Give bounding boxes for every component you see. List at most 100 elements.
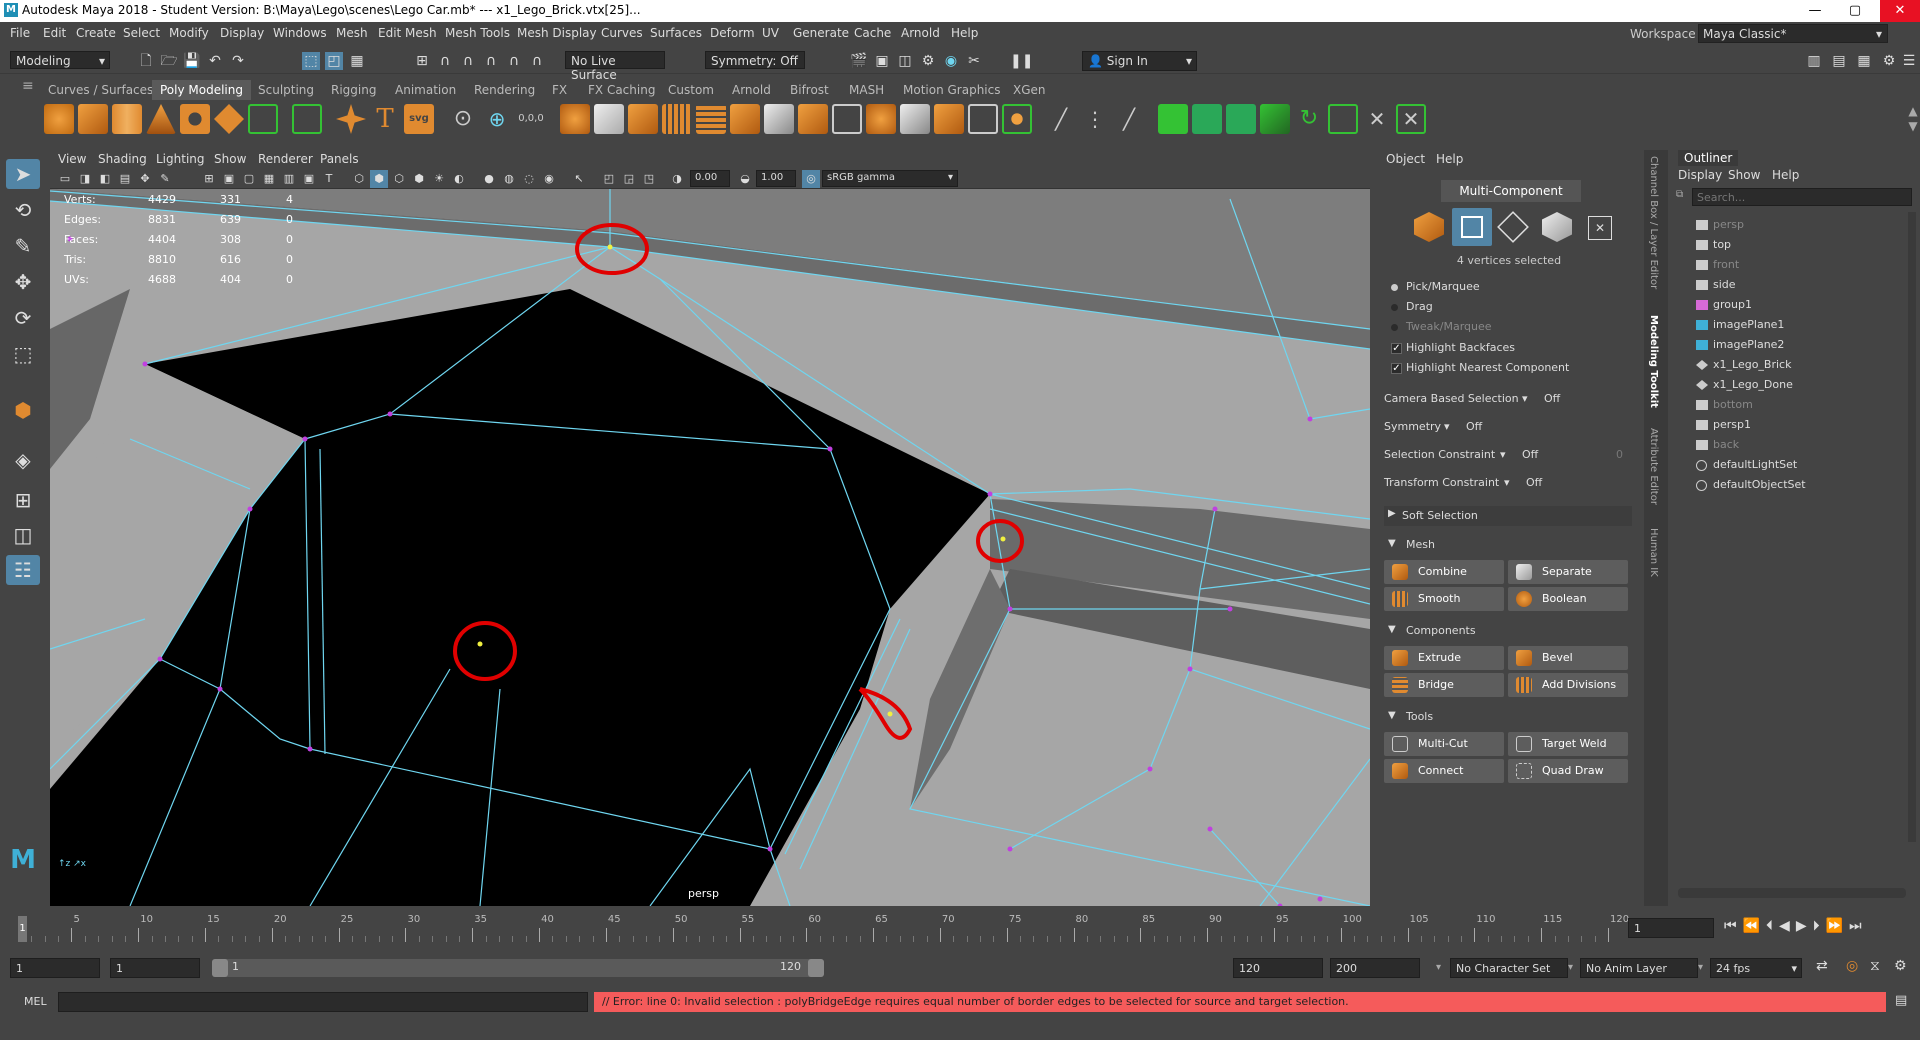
wireframe-icon[interactable]: ⬡ bbox=[350, 170, 368, 188]
exposure-field[interactable]: 0.00 bbox=[690, 170, 730, 187]
outliner-item[interactable]: bottom bbox=[1713, 398, 1753, 411]
shelf-tab-mash[interactable]: MASH bbox=[849, 83, 884, 97]
shelf-tab-fx-caching[interactable]: FX Caching bbox=[588, 83, 655, 97]
tool-settings-icon[interactable]: ⚙ bbox=[1880, 52, 1898, 70]
snap-curve-icon[interactable]: ∩ bbox=[436, 52, 454, 70]
render-frame-icon[interactable]: 🎬 bbox=[850, 52, 868, 70]
shelf-tab-poly-modeling[interactable]: Poly Modeling bbox=[152, 80, 251, 100]
shelf-tab-custom[interactable]: Custom bbox=[668, 83, 714, 97]
move-tool-icon[interactable]: ✥ bbox=[6, 267, 40, 297]
outliner-item[interactable]: defaultObjectSet bbox=[1713, 478, 1806, 491]
outliner-item[interactable]: group1 bbox=[1713, 298, 1752, 311]
relax-icon[interactable] bbox=[1192, 104, 1222, 134]
smooth-button[interactable]: Smooth bbox=[1384, 587, 1504, 611]
tab-attribute-editor[interactable]: Attribute Editor bbox=[1648, 428, 1659, 505]
menu-surfaces[interactable]: Surfaces bbox=[650, 26, 702, 40]
film-gate-icon[interactable]: ▣ bbox=[220, 170, 238, 188]
multi-component-button[interactable]: Multi-Component bbox=[1441, 180, 1581, 202]
svg-icon[interactable]: svg bbox=[404, 104, 434, 134]
single-view-icon[interactable]: ◈ bbox=[6, 445, 40, 475]
vp-menu-view[interactable]: View bbox=[58, 152, 86, 166]
playback-start-field[interactable]: 1 bbox=[110, 958, 200, 978]
range-slider-bar[interactable]: 1 120 bbox=[212, 959, 824, 977]
vertex-mode-icon[interactable] bbox=[1452, 208, 1492, 246]
fill-hole-icon[interactable] bbox=[798, 104, 828, 134]
outliner-item[interactable]: x1_Lego_Brick bbox=[1713, 358, 1791, 371]
anti-alias-icon[interactable]: ◌ bbox=[520, 170, 538, 188]
animation-end-field[interactable]: 200 bbox=[1330, 958, 1420, 978]
sign-in-button[interactable]: 👤 Sign In ▾ bbox=[1082, 51, 1197, 71]
menu-mesh-display[interactable]: Mesh Display bbox=[517, 26, 597, 40]
range-start-handle[interactable] bbox=[212, 959, 228, 977]
key-stats-icon[interactable]: ⧖ bbox=[1870, 958, 1880, 974]
shelf-tab-rendering[interactable]: Rendering bbox=[474, 83, 535, 97]
animation-start-field[interactable]: 1 bbox=[10, 958, 100, 978]
resolution-gate-icon[interactable]: ▢ bbox=[240, 170, 258, 188]
add-divisions-button[interactable]: Add Divisions bbox=[1508, 673, 1628, 697]
menu-windows[interactable]: Windows bbox=[273, 26, 327, 40]
2d-pan-icon[interactable]: ✥ bbox=[136, 170, 154, 188]
depth-of-field-icon[interactable]: ◉ bbox=[540, 170, 558, 188]
vp-menu-show[interactable]: Show bbox=[214, 152, 246, 166]
menu-deform[interactable]: Deform bbox=[710, 26, 755, 40]
vp-menu-lighting[interactable]: Lighting bbox=[156, 152, 205, 166]
menu-uv[interactable]: UV bbox=[762, 26, 779, 40]
menu-curves[interactable]: Curves bbox=[601, 26, 643, 40]
shelf-tab-arnold[interactable]: Arnold bbox=[732, 83, 771, 97]
outliner-item[interactable]: side bbox=[1713, 278, 1736, 291]
grease-pencil-icon[interactable]: ✎ bbox=[156, 170, 174, 188]
play-back-icon[interactable]: ◀ bbox=[1779, 918, 1796, 934]
drag-radio[interactable] bbox=[1391, 304, 1398, 311]
gamma-field[interactable]: 1.00 bbox=[756, 170, 796, 187]
extract-shelf-icon[interactable] bbox=[628, 104, 658, 134]
fps-select[interactable]: 24 fps ▾ bbox=[1710, 958, 1802, 978]
menu-edit-mesh[interactable]: Edit Mesh bbox=[378, 26, 437, 40]
shelf-tab-animation[interactable]: Animation bbox=[395, 83, 456, 97]
symmetry-select[interactable]: Symmetry: Off bbox=[705, 51, 805, 69]
xray-joints-icon[interactable]: ◳ bbox=[640, 170, 658, 188]
menu-mesh[interactable]: Mesh bbox=[336, 26, 368, 40]
menu-create[interactable]: Create bbox=[76, 26, 116, 40]
poly-cube-icon[interactable] bbox=[78, 104, 108, 134]
motion-blur-icon[interactable]: ◍ bbox=[500, 170, 518, 188]
range-end-handle[interactable] bbox=[808, 959, 824, 977]
color-management-icon[interactable]: ◎ bbox=[802, 170, 820, 188]
select-component-icon[interactable]: ▦ bbox=[348, 52, 366, 70]
snap-live-icon[interactable]: ∩ bbox=[528, 52, 546, 70]
face-mode-icon[interactable] bbox=[1542, 212, 1572, 242]
time-slider[interactable]: 5 10 15 20 25 30 35 40 45 50 55 60 65 70 75 80 85 90 95 100… bbox=[0, 912, 1920, 942]
loop-icon[interactable]: ⇄ bbox=[1816, 958, 1828, 974]
two-view-icon[interactable]: ◫ bbox=[6, 520, 40, 550]
redo-icon[interactable]: ↷ bbox=[229, 52, 247, 70]
wireframe-on-shaded-icon[interactable]: ⬡ bbox=[390, 170, 408, 188]
bridge-button[interactable]: Bridge bbox=[1384, 673, 1504, 697]
extrude-button[interactable]: Extrude bbox=[1384, 646, 1504, 670]
sculpt-icon[interactable]: ⊙ bbox=[448, 104, 478, 134]
outliner-item[interactable]: persp bbox=[1713, 218, 1744, 231]
shadows-icon[interactable]: ◐ bbox=[450, 170, 468, 188]
rotate-tool-icon[interactable]: ⟳ bbox=[6, 303, 40, 333]
render-settings-icon[interactable]: ⚙ bbox=[919, 52, 937, 70]
shelf-tab-motion-graphics[interactable]: Motion Graphics bbox=[903, 83, 1001, 97]
channel-box-icon[interactable]: ☰ bbox=[1900, 52, 1918, 70]
target-weld-button[interactable]: Target Weld bbox=[1508, 732, 1628, 756]
components-section-header[interactable]: ▼ Components bbox=[1384, 622, 1632, 642]
step-back-key-icon[interactable]: ⏪ bbox=[1743, 918, 1766, 934]
smooth-shelf-icon[interactable] bbox=[662, 104, 692, 134]
xray-active-icon[interactable]: ◲ bbox=[620, 170, 638, 188]
ambient-occlusion-icon[interactable]: ● bbox=[480, 170, 498, 188]
mesh-section-header[interactable]: ▼ Mesh bbox=[1384, 536, 1632, 556]
tab-modeling-toolkit[interactable]: Modeling Toolkit bbox=[1648, 315, 1659, 408]
new-scene-icon[interactable]: 🗋 bbox=[137, 52, 155, 70]
auto-key-icon[interactable]: ◎ bbox=[1846, 958, 1858, 974]
menu-mesh-tools[interactable]: Mesh Tools bbox=[445, 26, 510, 40]
play-forward-icon[interactable]: ▶ bbox=[1796, 918, 1813, 934]
xray-icon[interactable]: ◰ bbox=[600, 170, 618, 188]
exposure-icon[interactable]: ◑ bbox=[668, 170, 686, 188]
close-button[interactable]: ✕ bbox=[1880, 0, 1920, 22]
current-time-marker[interactable]: 1 bbox=[18, 916, 27, 942]
gate-mask-icon[interactable]: ▦ bbox=[260, 170, 278, 188]
uv-mode-icon[interactable]: ✕ bbox=[1588, 216, 1612, 240]
anim-layer-select[interactable]: No Anim Layer bbox=[1580, 958, 1698, 978]
outliner-item[interactable]: back bbox=[1713, 438, 1739, 451]
